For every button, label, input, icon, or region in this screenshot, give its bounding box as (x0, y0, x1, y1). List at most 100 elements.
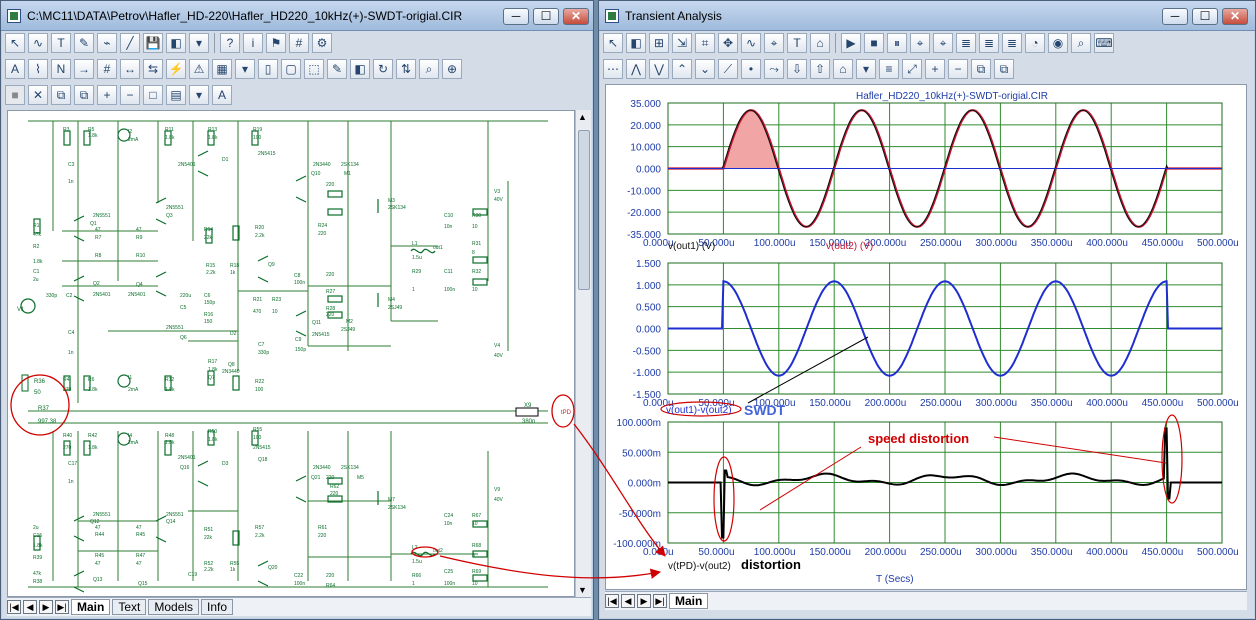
node-icon[interactable]: N (51, 59, 71, 79)
node-number-icon[interactable]: # (97, 59, 117, 79)
attr-icon[interactable]: A (5, 59, 25, 79)
schematic-vertical-scrollbar[interactable]: ▲ ▼ (575, 110, 591, 597)
brush-icon[interactable]: ⌁ (97, 33, 117, 53)
warning-icon[interactable]: ⚠ (189, 59, 209, 79)
component-dropdown-icon[interactable]: ▾ (189, 33, 209, 53)
pointer-icon[interactable]: ↖ (5, 33, 25, 53)
split-icon[interactable]: ↔ (120, 59, 140, 79)
transient-maximize-button[interactable]: ☐ (1192, 8, 1218, 25)
arrow-icon[interactable]: → (74, 59, 94, 79)
component-icon[interactable]: ◧ (166, 33, 186, 53)
doc-icon[interactable]: ▢ (281, 59, 301, 79)
dropdown-icon[interactable]: ▾ (856, 59, 876, 79)
flip-icon[interactable]: ⇅ (396, 59, 416, 79)
transient-last-page-button[interactable]: ▶| (653, 594, 667, 608)
list1-icon[interactable]: ≣ (956, 33, 976, 53)
font-icon[interactable]: A (212, 85, 232, 105)
transient-previous-page-button[interactable]: ◀ (621, 594, 635, 608)
first-page-button[interactable]: |◀ (7, 600, 21, 614)
zoom-in-icon[interactable]: + (925, 59, 945, 79)
info-icon[interactable]: i (243, 33, 263, 53)
transient-next-page-button[interactable]: ▶ (637, 594, 651, 608)
maximize-button[interactable]: ☐ (533, 8, 559, 25)
text-icon[interactable]: T (51, 33, 71, 53)
mirror-icon[interactable]: ◧ (350, 59, 370, 79)
pan-icon[interactable]: ✥ (718, 33, 738, 53)
tag-mode-icon[interactable]: ⌂ (833, 59, 853, 79)
zoom-region-icon[interactable]: ⊞ (649, 33, 669, 53)
list3-icon[interactable]: ≣ (1002, 33, 1022, 53)
high-icon[interactable]: ⌃ (672, 59, 692, 79)
keys-icon[interactable]: ⌨ (1094, 33, 1114, 53)
last-page-button[interactable]: ▶| (55, 600, 69, 614)
list2-icon[interactable]: ≣ (979, 33, 999, 53)
tab-models[interactable]: Models (148, 599, 200, 615)
select-box-icon[interactable]: ⬚ (304, 59, 324, 79)
step-icon[interactable]: ⌗ (695, 33, 715, 53)
transient-close-button[interactable]: ✕ (1222, 8, 1248, 25)
x9-delay-block[interactable] (515, 407, 539, 417)
copy-icon[interactable]: ⧉ (971, 59, 991, 79)
transient-first-page-button[interactable]: |◀ (605, 594, 619, 608)
fit-icon[interactable]: ⤢ (902, 59, 922, 79)
close-icon[interactable]: ✕ (28, 85, 48, 105)
zoom-in-icon[interactable]: + (97, 85, 117, 105)
binoculars-icon[interactable]: ⊕ (442, 59, 462, 79)
zoom-out-icon[interactable]: − (948, 59, 968, 79)
copy2-icon[interactable]: ⧉ (74, 85, 94, 105)
valley-icon[interactable]: ⋁ (649, 59, 669, 79)
curves-icon[interactable]: ⋯ (603, 59, 623, 79)
trace-icon[interactable]: ∿ (741, 33, 761, 53)
flag-icon[interactable]: ⚑ (266, 33, 286, 53)
low-icon[interactable]: ⌄ (695, 59, 715, 79)
save-icon[interactable]: 💾 (143, 33, 163, 53)
global-low-icon[interactable]: ⇩ (787, 59, 807, 79)
tools-icon[interactable]: ⚙ (312, 33, 332, 53)
close-button[interactable]: ✕ (563, 8, 589, 25)
tab-info[interactable]: Info (201, 599, 234, 615)
wire-icon[interactable]: ∿ (28, 33, 48, 53)
component-icon[interactable]: ◧ (626, 33, 646, 53)
zoom-icon[interactable]: ⌕ (1071, 33, 1091, 53)
page-icon[interactable]: ▯ (258, 59, 278, 79)
previous-page-button[interactable]: ◀ (23, 600, 37, 614)
fft-icon[interactable]: ◉ (1048, 33, 1068, 53)
global-high-icon[interactable]: ⇧ (810, 59, 830, 79)
zoom-fit-icon[interactable]: □ (143, 85, 163, 105)
point-icon[interactable]: • (741, 59, 761, 79)
copy-icon[interactable]: ⧉ (51, 85, 71, 105)
stop-icon[interactable]: ■ (5, 85, 25, 105)
pinning-icon[interactable]: ⌇ (28, 59, 48, 79)
peak-icon[interactable]: ⋀ (626, 59, 646, 79)
help-icon[interactable]: ? (220, 33, 240, 53)
cal-icon[interactable]: ◔ (1025, 33, 1045, 53)
scrollbar-thumb[interactable] (578, 130, 590, 290)
tab-text[interactable]: Text (112, 599, 147, 615)
pen-icon[interactable]: ✎ (74, 33, 94, 53)
tab-main[interactable]: Main (71, 599, 111, 615)
legend-icon[interactable]: ≡ (879, 59, 899, 79)
probe-icon[interactable]: ⌖ (910, 33, 930, 53)
diagonal-icon[interactable]: ╱ (120, 33, 140, 53)
pointer-icon[interactable]: ↖ (603, 33, 623, 53)
transient-plot-area[interactable]: Hafler_HD220_10kHz(+)-SWDT-origial.CIR 0… (605, 84, 1247, 590)
slope-icon[interactable]: ⟋ (718, 59, 738, 79)
flash-icon[interactable]: ⚡ (166, 59, 186, 79)
pause-icon[interactable]: ⏸ (887, 33, 907, 53)
stop-icon[interactable]: ■ (864, 33, 884, 53)
dropdown-icon[interactable]: ▾ (235, 59, 255, 79)
paste-icon[interactable]: ▤ (166, 85, 186, 105)
copy2-icon[interactable]: ⧉ (994, 59, 1014, 79)
scale-icon[interactable]: ⇲ (672, 33, 692, 53)
edit-icon[interactable]: ✎ (327, 59, 347, 79)
cursor-icon[interactable]: ⌖ (764, 33, 784, 53)
transient-minimize-button[interactable]: ─ (1162, 8, 1188, 25)
grid-lines-icon[interactable]: ▦ (212, 59, 232, 79)
run-icon[interactable]: ▶ (841, 33, 861, 53)
probe2-icon[interactable]: ⌖ (933, 33, 953, 53)
find-icon[interactable]: ⌕ (419, 59, 439, 79)
zoom-out-icon[interactable]: − (120, 85, 140, 105)
grid-icon[interactable]: # (289, 33, 309, 53)
inflect-icon[interactable]: ⤳ (764, 59, 784, 79)
rotate-icon[interactable]: ↻ (373, 59, 393, 79)
